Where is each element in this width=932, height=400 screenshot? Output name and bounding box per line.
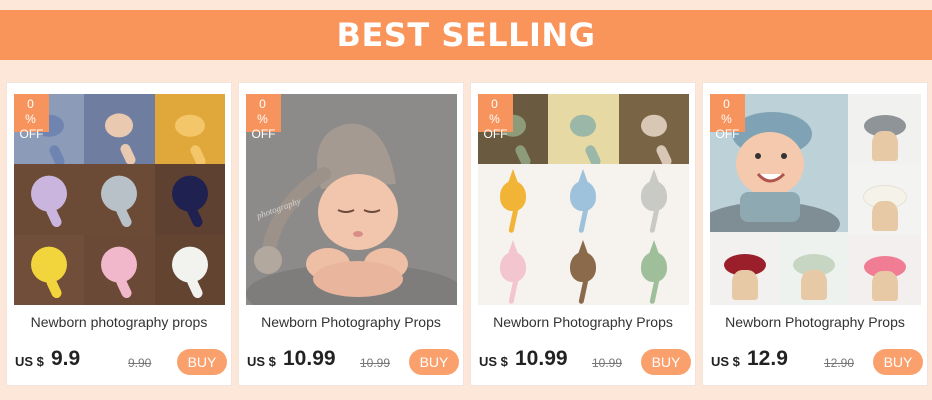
- currency-label: US $: [15, 354, 44, 369]
- currency-label: US $: [479, 354, 508, 369]
- product-list: 0 % OFF Newborn photography props US $ 9…: [0, 82, 932, 388]
- discount-off-label: OFF: [19, 127, 44, 141]
- original-price: 12.90: [824, 356, 855, 370]
- discount-percent: 0 %: [257, 97, 273, 126]
- product-price: 9.9: [51, 347, 81, 370]
- original-price: 10.99: [592, 356, 623, 370]
- discount-badge: 0 % OFF: [14, 94, 49, 141]
- original-price: 10.99: [360, 356, 391, 370]
- discount-badge: 0 % OFF: [246, 94, 281, 141]
- product-title[interactable]: Newborn Photography Props: [471, 314, 695, 330]
- product-card[interactable]: 0 % OFF Newborn photography props US $ 9…: [6, 82, 232, 386]
- best-selling-banner: BEST SELLING: [0, 10, 932, 60]
- banner-title: BEST SELLING: [336, 16, 596, 54]
- product-title[interactable]: Newborn photography props: [7, 314, 231, 330]
- original-price: 9.90: [128, 356, 152, 370]
- buy-button[interactable]: BUY: [409, 349, 459, 375]
- discount-percent: 0 %: [489, 97, 505, 126]
- product-card[interactable]: photography 0 % OFF Newborn Photography …: [238, 82, 464, 386]
- discount-percent: 0 %: [25, 97, 41, 126]
- discount-off-label: OFF: [251, 127, 276, 141]
- product-price: 10.99: [515, 347, 568, 370]
- product-card[interactable]: 0 % OFF Newborn Photography Props US $ 1…: [470, 82, 696, 386]
- currency-label: US $: [711, 354, 740, 369]
- buy-button[interactable]: BUY: [873, 349, 923, 375]
- product-title[interactable]: Newborn Photography Props: [703, 314, 927, 330]
- discount-percent: 0 %: [721, 97, 737, 126]
- product-title[interactable]: Newborn Photography Props: [239, 314, 463, 330]
- discount-off-label: OFF: [715, 127, 740, 141]
- currency-label: US $: [247, 354, 276, 369]
- discount-off-label: OFF: [483, 127, 508, 141]
- buy-button[interactable]: BUY: [177, 349, 227, 375]
- discount-badge: 0 % OFF: [478, 94, 513, 141]
- product-card[interactable]: 0 % OFF Newborn Photography Props US $ 1…: [702, 82, 928, 386]
- buy-button[interactable]: BUY: [641, 349, 691, 375]
- product-price: 12.9: [747, 347, 788, 370]
- product-price: 10.99: [283, 347, 336, 370]
- discount-badge: 0 % OFF: [710, 94, 745, 141]
